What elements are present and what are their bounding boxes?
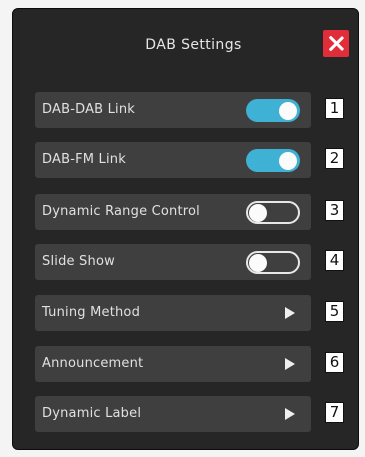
chevron-right-icon: [285, 408, 295, 420]
setting-row-dynamic-range-control[interactable]: Dynamic Range Control: [35, 194, 311, 230]
callout-number: 2: [325, 148, 344, 169]
setting-row-dynamic-label[interactable]: Dynamic Label: [35, 396, 311, 432]
dynamic-range-control-toggle[interactable]: [246, 201, 300, 224]
dialog-title: DAB Settings: [145, 37, 242, 53]
callout-number: 1: [325, 98, 344, 119]
setting-row-announcement[interactable]: Announcement: [35, 346, 311, 382]
toggle-knob: [249, 203, 267, 222]
toggle-knob: [279, 101, 297, 120]
toggle-knob: [249, 253, 267, 272]
setting-label: DAB-FM Link: [42, 152, 126, 167]
setting-row-dab-fm-link[interactable]: DAB-FM Link: [35, 142, 311, 178]
callout-number: 3: [325, 200, 344, 221]
chevron-right-icon: [285, 358, 295, 370]
setting-label: Dynamic Range Control: [42, 204, 200, 219]
setting-row-slide-show[interactable]: Slide Show: [35, 244, 311, 280]
setting-row-dab-dab-link[interactable]: DAB-DAB Link: [35, 92, 311, 128]
setting-label: DAB-DAB Link: [42, 102, 136, 117]
setting-label: Dynamic Label: [42, 406, 142, 421]
close-icon[interactable]: [323, 30, 349, 57]
chevron-right-icon: [285, 307, 295, 319]
callout-number: 6: [325, 352, 344, 373]
slide-show-toggle[interactable]: [246, 251, 300, 274]
setting-label: Announcement: [42, 356, 144, 371]
dab-fm-link-toggle[interactable]: [246, 149, 300, 172]
callout-number: 7: [325, 402, 344, 423]
callout-number: 5: [325, 301, 344, 322]
setting-label: Tuning Method: [42, 305, 141, 320]
setting-row-tuning-method[interactable]: Tuning Method: [35, 295, 311, 331]
callout-number: 4: [325, 250, 344, 271]
dab-dab-link-toggle[interactable]: [246, 99, 300, 122]
setting-label: Slide Show: [42, 254, 115, 269]
toggle-knob: [279, 151, 297, 170]
